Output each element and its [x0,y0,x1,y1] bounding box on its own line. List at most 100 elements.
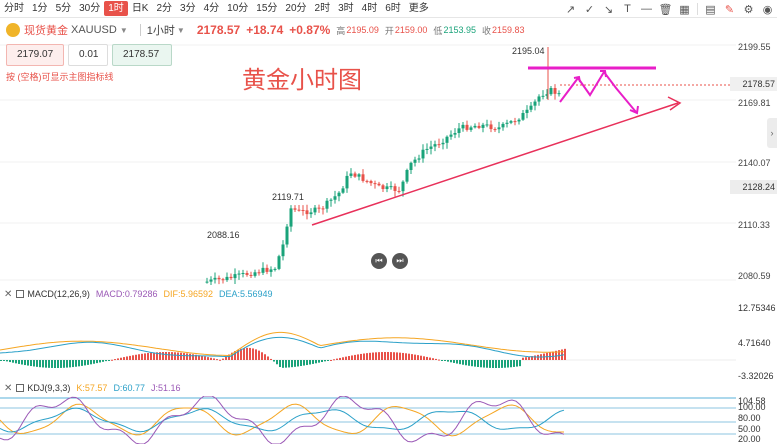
collapse-icon[interactable] [16,290,25,298]
edit-box-icon[interactable]: ✎ [720,3,739,16]
period-selector[interactable]: 1小时 [147,22,175,38]
buy-price-button[interactable]: 2178.57 [112,44,172,66]
macd-bar [267,356,269,360]
brush-icon[interactable]: ↘ [599,3,618,16]
instrument-name[interactable]: 现货黄金 [24,22,68,38]
close-icon[interactable]: ✕ [4,383,12,394]
macd-bar [516,360,518,367]
timeframe-option[interactable]: 20分 [281,1,310,16]
grid-icon[interactable]: ▦ [675,3,694,16]
kdj-axis-label: 80.00 [738,413,761,423]
chevron-right-icon[interactable]: › [767,118,777,148]
macd-bar [312,360,314,364]
timeframe-option[interactable]: 2分 [152,1,176,16]
macd-bar [153,352,155,360]
candle-body [241,273,245,275]
macd-bar [282,360,284,368]
price-axis-label: 2140.07 [738,158,771,168]
j-value: J:51.16 [150,383,181,393]
macd-bar [63,360,65,368]
quantity-input[interactable]: 0.01 [68,44,108,66]
timeframe-option[interactable]: 3时 [334,1,358,16]
candle-body [273,268,277,270]
prev-icon[interactable]: ⏮ [371,253,387,269]
candle-body [549,88,553,95]
macd-bar [459,360,461,365]
macd-bar [465,360,467,366]
candle-body [525,109,529,114]
candle-body [325,200,329,209]
text-icon[interactable]: T [618,3,637,15]
eye-icon[interactable]: ◉ [758,3,777,16]
macd-bar [297,360,299,367]
chevron-down-icon[interactable]: ▼ [177,26,185,35]
timeframe-toolbar: 分时 1分 5分 30分 1时 日K 2分 3分 4分 10分 15分 20分 2时 3时 4时 6时 更多 ↗ ✓… [0,0,777,18]
macd-bar [69,360,71,368]
sell-price-button[interactable]: 2179.07 [6,44,64,66]
candle-body [349,173,353,176]
macd-bar [216,359,218,361]
horizontal-line-icon[interactable]: — [637,3,656,15]
candle-body [297,209,301,211]
candle-body [461,124,465,129]
timeframe-option[interactable]: 分时 [0,1,28,16]
macd-bar [168,352,170,360]
candle-body [553,88,557,94]
macd-bar [147,353,149,360]
timeframe-option[interactable]: 2时 [311,1,335,16]
timeframe-option[interactable]: 1时 [104,1,128,16]
kdj-chart[interactable] [0,396,736,444]
macd-bar [45,360,47,368]
candle-body [393,186,397,191]
candle-body [469,127,473,130]
candle-body [493,129,497,131]
macd-bar [396,352,398,360]
calendar-icon[interactable]: ▤ [701,3,720,16]
settings-icon[interactable]: ⚙ [739,3,758,16]
timeframe-option[interactable]: 10分 [223,1,252,16]
macd-bar [90,360,92,365]
timeframe-option[interactable]: 更多 [405,1,433,16]
kdj-name[interactable]: KDJ(9,3,3) [27,383,70,393]
macd-bar [354,354,356,360]
instrument-symbol[interactable]: XAUUSD [71,24,117,36]
chevron-down-icon[interactable]: ▼ [120,26,128,35]
candle-body [465,124,469,130]
pencil-icon[interactable]: ↗ [561,3,580,16]
macd-bar [72,360,74,368]
timeframe-option[interactable]: 15分 [252,1,281,16]
timeframe-option[interactable]: 6时 [381,1,405,16]
macd-bar [507,360,509,368]
gold-coin-icon [6,23,20,37]
timeframe-option[interactable]: 1分 [28,1,52,16]
candle-body [449,134,453,137]
check-icon[interactable]: ✓ [580,3,599,16]
macd-bar [486,360,488,368]
macd-bar [81,360,83,366]
macd-bar [279,360,281,368]
macd-chart[interactable] [0,302,736,378]
macd-name[interactable]: MACD(12,26,9) [27,289,90,299]
timeframe-option[interactable]: 4时 [358,1,382,16]
delete-icon[interactable]: 🗑 [656,3,675,16]
candle-body [477,125,481,128]
timeframe-option[interactable]: 5分 [52,1,76,16]
candle-body [261,267,265,273]
macd-bar [444,360,446,361]
macd-bar [276,360,278,365]
macd-bar [306,360,308,366]
timeframe-option[interactable]: 4分 [200,1,224,16]
macd-bar [330,359,332,361]
timeframe-option[interactable]: 日K [128,1,153,16]
macd-bar [291,360,293,368]
swing-price-label: 2119.71 [272,192,304,202]
macd-bar [36,360,38,367]
macd-bar [534,355,536,360]
close-icon[interactable]: ✕ [4,289,12,300]
timeframe-option[interactable]: 3分 [176,1,200,16]
macd-bar [417,355,419,360]
macd-bar [414,354,416,360]
timeframe-option[interactable]: 30分 [75,1,104,16]
collapse-icon[interactable] [16,384,25,392]
next-icon[interactable]: ⏭ [392,253,408,269]
